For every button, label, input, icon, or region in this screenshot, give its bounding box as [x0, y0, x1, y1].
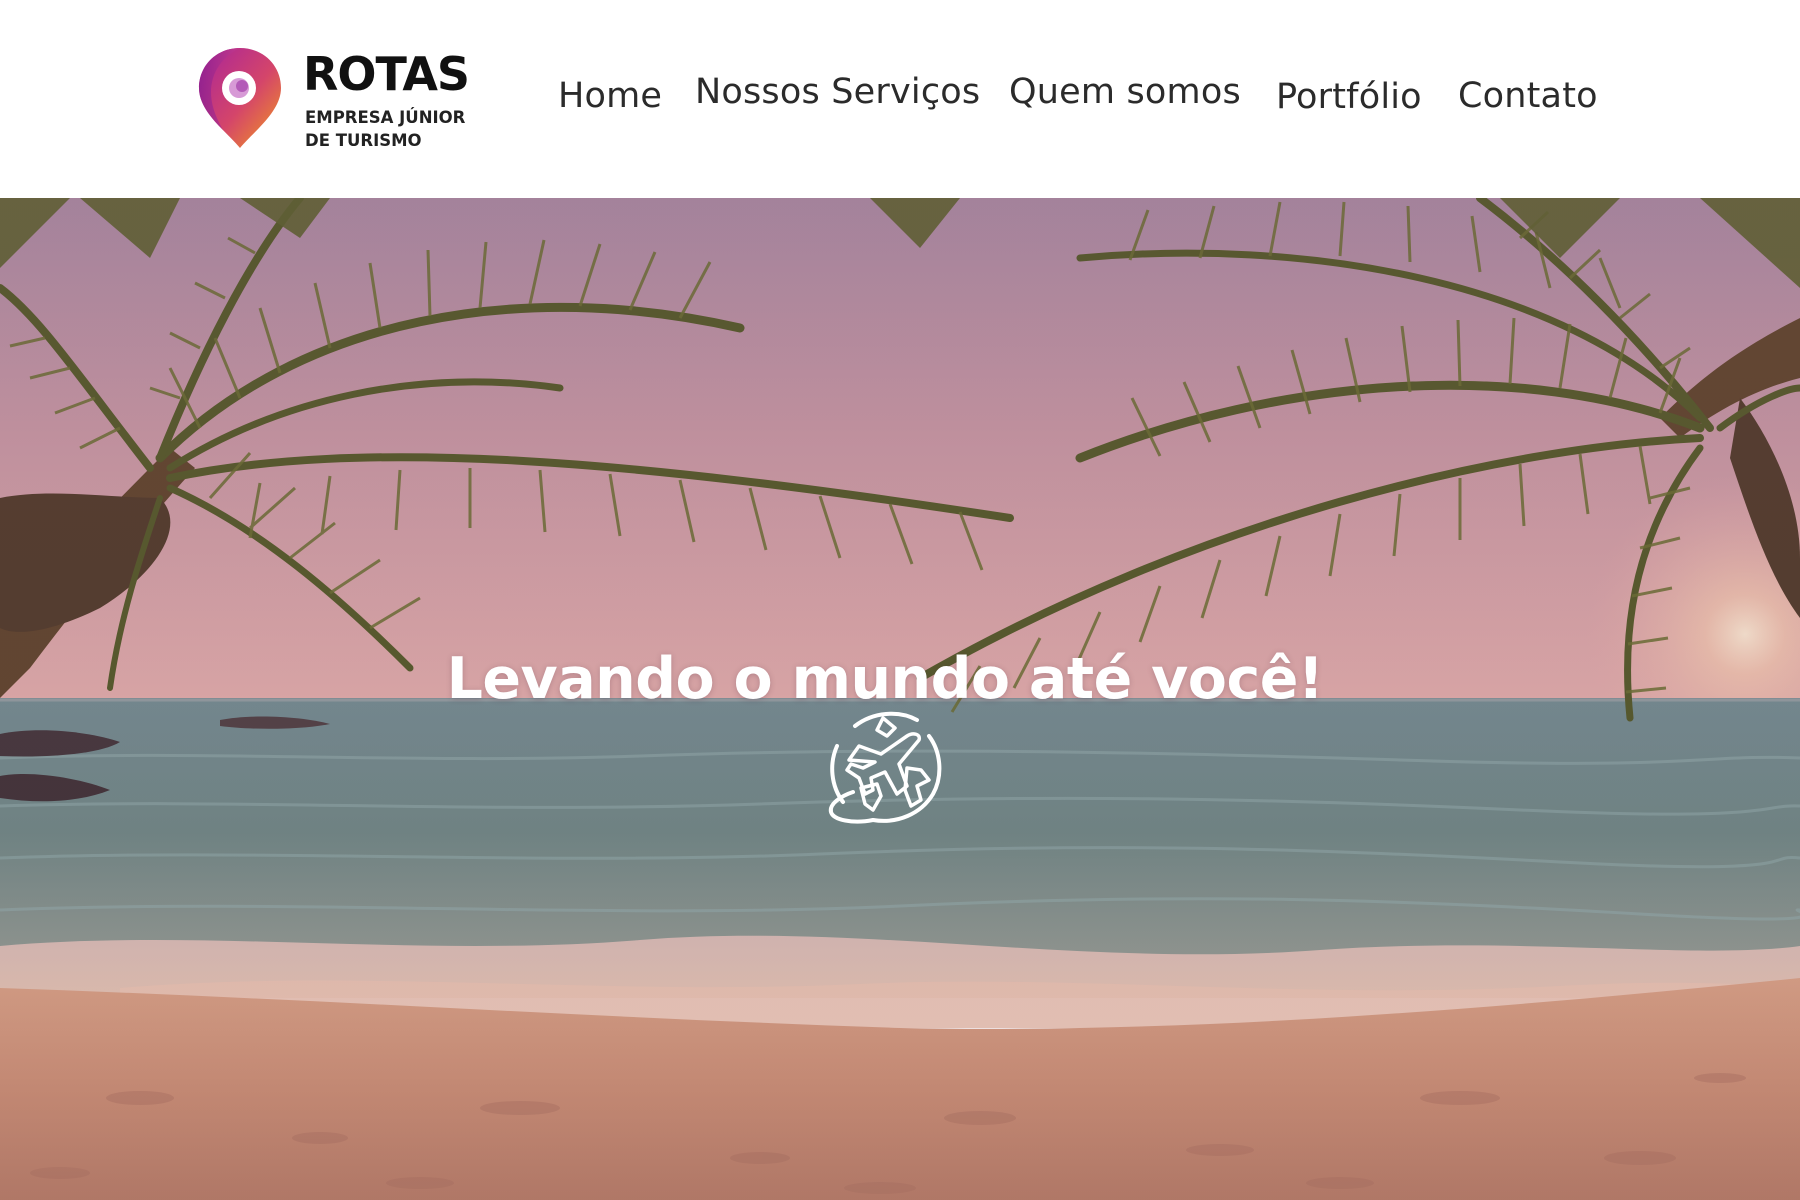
- globe-airplane-icon: [828, 711, 942, 824]
- main-navigation: Home Nossos Serviços Quem somos Portfóli…: [0, 0, 1800, 198]
- hero-banner: Levando o mundo até você!: [0, 198, 1800, 1200]
- nav-item-nossos-servicos[interactable]: Nossos Serviços: [695, 72, 980, 112]
- nav-item-quem-somos[interactable]: Quem somos: [1009, 72, 1241, 112]
- nav-item-contato[interactable]: Contato: [1458, 76, 1598, 116]
- hero-title: Levando o mundo até você!: [446, 646, 1324, 713]
- nav-item-portfolio[interactable]: Portfólio: [1276, 77, 1422, 117]
- page: ROTAS EMPRESA JÚNIOR DE TURISMO Home Nos…: [0, 0, 1800, 1200]
- site-header: ROTAS EMPRESA JÚNIOR DE TURISMO Home Nos…: [0, 0, 1800, 198]
- nav-item-home[interactable]: Home: [558, 76, 662, 116]
